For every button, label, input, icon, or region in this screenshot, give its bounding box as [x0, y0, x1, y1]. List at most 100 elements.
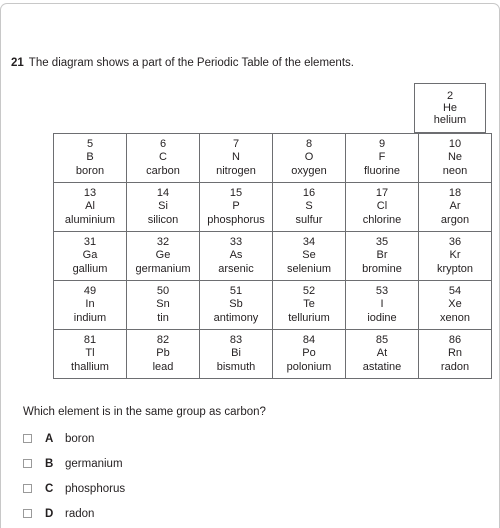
element-atomic-number: 51: [229, 284, 243, 297]
element-cell-neon: 10 Ne neon: [418, 133, 492, 183]
element-cell-content: 16 Ssulfur: [273, 187, 345, 228]
element-name: sulfur: [295, 213, 323, 226]
element-atomic-number: 10: [448, 137, 462, 150]
element-symbol: Rn: [447, 347, 463, 360]
element-cell-arsenic: 33 As arsenic: [199, 231, 273, 281]
element-atomic-number: 49: [83, 284, 97, 297]
answer-option-d[interactable]: Dradon: [23, 501, 463, 526]
element-symbol: Ar: [449, 200, 461, 213]
element-cell-chlorine: 17 Cl chlorine: [345, 182, 419, 232]
periodic-table-row: 31 Ga gallium 32 Ge germanium 33 As arsenic 34 Se s…: [53, 231, 492, 281]
element-name: tin: [157, 311, 169, 324]
checkbox-icon[interactable]: [23, 434, 32, 443]
element-symbol: Ga: [82, 249, 98, 262]
element-cell-content: 50 Sn tin: [127, 285, 199, 326]
element-atomic-number: 7: [232, 137, 240, 150]
element-cell-content: 15 Pphosphorus: [200, 187, 272, 228]
element-name: bismuth: [216, 360, 256, 373]
element-cell-content: 83 Bi bismuth: [200, 334, 272, 375]
element-cell-bromine: 35 Br bromine: [345, 231, 419, 281]
question-heading: 21 The diagram shows a part of the Period…: [11, 56, 481, 70]
element-cell-content: 49 In indium: [54, 285, 126, 326]
periodic-table-row: 13 Al aluminium 14 Si silicon 15 Pphosphorus 16 S…: [53, 182, 492, 232]
checkbox-icon[interactable]: [23, 459, 32, 468]
periodic-table-body: 5 Bboron 6 Ccarbon 7 Nnitrogen 8 Ooxygen 9 Ffluor…: [53, 133, 492, 379]
element-name: indium: [73, 311, 107, 324]
element-cell-lead: 82 Pb lead: [126, 329, 200, 379]
element-name: antimony: [213, 311, 259, 324]
element-cell-antimony: 51 Sb antimony: [199, 280, 273, 330]
element-cell-gallium: 31 Ga gallium: [53, 231, 127, 281]
element-symbol: Si: [158, 200, 168, 213]
question-prompt: Which element is in the same group as ca…: [23, 406, 266, 418]
checkbox-icon[interactable]: [23, 484, 32, 493]
element-name: boron: [75, 164, 105, 177]
element-symbol: He: [442, 102, 458, 114]
element-symbol: Al: [85, 200, 95, 213]
element-atomic-number: 5: [86, 137, 94, 150]
element-cell-content: 84 Po polonium: [273, 334, 345, 375]
element-atomic-number: 9: [378, 137, 386, 150]
element-atomic-number: 14: [156, 186, 170, 199]
element-name: carbon: [146, 164, 180, 177]
element-name: fluorine: [363, 164, 401, 177]
answer-option-c[interactable]: Cphosphorus: [23, 476, 463, 501]
element-cell-boron: 5 Bboron: [53, 133, 127, 183]
element-name: nitrogen: [216, 164, 256, 177]
element-cell-content: 6 Ccarbon: [127, 138, 199, 179]
element-cell-content: 9 Ffluorine: [346, 138, 418, 179]
element-cell-carbon: 6 Ccarbon: [126, 133, 200, 183]
element-cell-iodine: 53 Iiodine: [345, 280, 419, 330]
element-cell-content: 53 Iiodine: [346, 285, 418, 326]
element-name: phosphorus: [207, 213, 265, 226]
element-cell-content: 8 Ooxygen: [273, 138, 345, 179]
element-atomic-number: 53: [375, 284, 389, 297]
element-symbol: Se: [302, 249, 316, 262]
element-atomic-number: 8: [305, 137, 313, 150]
element-symbol: C: [159, 151, 167, 164]
checkbox-icon[interactable]: [23, 509, 32, 518]
element-cell-content: 36 Kr krypton: [419, 236, 491, 277]
element-cell-argon: 18 Ar argon: [418, 182, 492, 232]
element-name: krypton: [436, 262, 474, 275]
element-cell-indium: 49 In indium: [53, 280, 127, 330]
element-cell-content: 51 Sb antimony: [200, 285, 272, 326]
element-atomic-number: 34: [302, 235, 316, 248]
element-name: germanium: [135, 262, 191, 275]
element-symbol: I: [380, 298, 384, 311]
element-cell-phosphorus: 15 Pphosphorus: [199, 182, 273, 232]
answer-option-b[interactable]: Bgermanium: [23, 451, 463, 476]
element-atomic-number: 84: [302, 333, 316, 346]
element-cell-content: 14 Si silicon: [127, 187, 199, 228]
element-symbol: At: [376, 347, 388, 360]
periodic-table-row: 81 Tl thallium 82 Pb lead 83 Bi bismuth 84 Po polon…: [53, 329, 492, 379]
element-name: helium: [433, 114, 467, 126]
element-cell-oxygen: 8 Ooxygen: [272, 133, 346, 183]
element-atomic-number: 83: [229, 333, 243, 346]
element-cell-astatine: 85 At astatine: [345, 329, 419, 379]
element-atomic-number: 16: [302, 186, 316, 199]
element-symbol: Kr: [449, 249, 461, 262]
element-atomic-number: 54: [448, 284, 462, 297]
answer-option-label: radon: [65, 507, 95, 520]
element-atomic-number: 36: [448, 235, 462, 248]
element-symbol: Cl: [376, 200, 388, 213]
element-cell-selenium: 34 Se selenium: [272, 231, 346, 281]
element-name: polonium: [286, 360, 332, 373]
element-atomic-number: 2: [446, 90, 454, 102]
element-cell-tin: 50 Sn tin: [126, 280, 200, 330]
element-symbol: Sn: [156, 298, 170, 311]
element-atomic-number: 35: [375, 235, 389, 248]
periodic-table-row: 5 Bboron 6 Ccarbon 7 Nnitrogen 8 Ooxygen 9 Ffluor…: [53, 133, 492, 183]
question-stem: The diagram shows a part of the Periodic…: [28, 57, 354, 69]
element-atomic-number: 32: [156, 235, 170, 248]
element-cell-krypton: 36 Kr krypton: [418, 231, 492, 281]
answer-option-letter: D: [45, 507, 54, 520]
element-cell-thallium: 81 Tl thallium: [53, 329, 127, 379]
answer-option-a[interactable]: Aboron: [23, 426, 463, 451]
element-atomic-number: 85: [375, 333, 389, 346]
element-symbol: Bi: [231, 347, 241, 360]
element-symbol: In: [85, 298, 95, 311]
element-atomic-number: 15: [229, 186, 243, 199]
element-cell-content: 54 Xe xenon: [419, 285, 491, 326]
